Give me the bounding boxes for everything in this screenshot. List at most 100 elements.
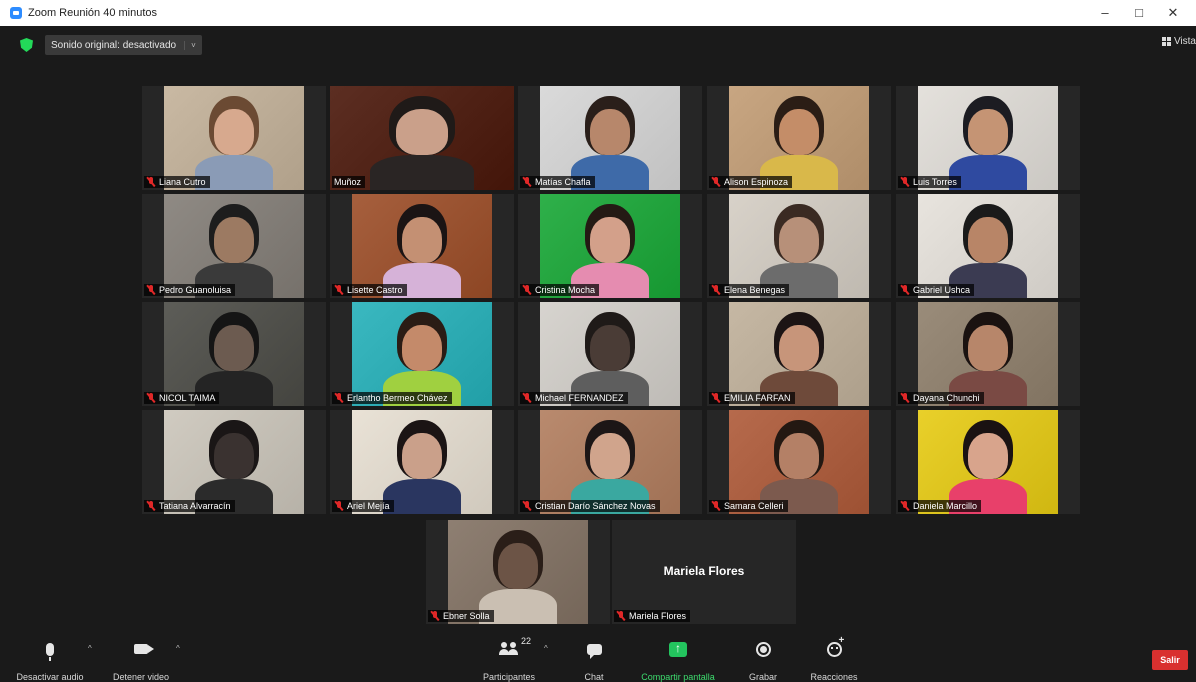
meeting-topbar: Sonido original: desactivado ˅ Vista: [0, 26, 1196, 64]
camera-icon: [134, 644, 154, 654]
mic-muted-icon: [616, 611, 626, 621]
participant-name: Matías Chafla: [535, 177, 591, 187]
participant-tile[interactable]: Ebner Solla: [426, 520, 610, 624]
mic-muted-icon: [146, 177, 156, 187]
participant-tile[interactable]: Matías Chafla: [518, 86, 702, 190]
participant-video: [352, 410, 492, 514]
participant-video: [729, 410, 869, 514]
participant-nameplate: Alison Espinoza: [709, 176, 793, 188]
participant-video: [540, 302, 680, 406]
reactions-button[interactable]: Reacciones: [804, 635, 864, 682]
participant-name: Michael FERNANDEZ: [535, 393, 624, 403]
stop-video-button[interactable]: Detener video: [110, 638, 172, 682]
view-button[interactable]: Vista: [1161, 36, 1196, 47]
participant-tile[interactable]: Samara Celleri: [707, 410, 891, 514]
participant-nameplate: Tatiana Alvarracín: [144, 500, 235, 512]
participants-icon: [499, 642, 519, 656]
participant-tile[interactable]: Lisette Castro: [330, 194, 514, 298]
video-gallery: Liana Cutro Muñoz Matías Chafla Alison Espi…: [0, 0, 1196, 678]
chat-button[interactable]: Chat: [574, 638, 614, 682]
participant-name: Ariel Mejía: [347, 501, 390, 511]
mute-label: Desactivar audio: [16, 672, 84, 682]
security-shield-icon[interactable]: [20, 38, 33, 52]
participant-tile[interactable]: Pedro Guanoluisa: [142, 194, 326, 298]
participant-tile[interactable]: Daniela Marcillo: [896, 410, 1080, 514]
share-screen-button[interactable]: Compartir pantalla: [632, 638, 724, 682]
mic-muted-icon: [900, 501, 910, 511]
mic-muted-icon: [334, 285, 344, 295]
participant-tile[interactable]: Erlantho Bermeo Chávez: [330, 302, 514, 406]
participant-tile[interactable]: Muñoz: [330, 86, 514, 190]
participant-tile[interactable]: Tatiana Alvarracín: [142, 410, 326, 514]
participant-nameplate: Samara Celleri: [709, 500, 788, 512]
record-button[interactable]: Grabar: [742, 638, 784, 682]
participant-tile[interactable]: Elena Benegas: [707, 194, 891, 298]
participant-nameplate: Cristina Mocha: [520, 284, 600, 296]
maximize-button[interactable]: □: [1122, 0, 1156, 26]
mic-muted-icon: [711, 177, 721, 187]
participant-tile[interactable]: NICOL TAIMA: [142, 302, 326, 406]
participant-tile[interactable]: Cristina Mocha: [518, 194, 702, 298]
mute-button[interactable]: Desactivar audio: [16, 638, 84, 682]
participant-video: [164, 410, 304, 514]
participant-name: Mariela Flores: [629, 611, 687, 621]
participant-nameplate: Dayana Chunchi: [898, 392, 984, 404]
mic-muted-icon: [522, 501, 532, 511]
participants-count: 22: [521, 636, 532, 646]
participant-video: [164, 194, 304, 298]
participant-tile[interactable]: Liana Cutro: [142, 86, 326, 190]
reactions-label: Reacciones: [810, 672, 858, 682]
participant-nameplate: Ebner Solla: [428, 610, 494, 622]
mic-muted-icon: [146, 501, 156, 511]
mic-muted-icon: [334, 393, 344, 403]
participant-nameplate: Lisette Castro: [332, 284, 407, 296]
participants-button[interactable]: 22 Participantes: [478, 636, 540, 682]
stop-video-label: Detener video: [112, 672, 170, 682]
participant-tile[interactable]: Mariela Flores Mariela Flores: [612, 520, 796, 624]
close-button[interactable]: ✕: [1156, 0, 1190, 26]
participant-name: Dayana Chunchi: [913, 393, 980, 403]
original-sound-toggle[interactable]: Sonido original: desactivado ˅: [45, 35, 202, 55]
participant-nameplate: Matías Chafla: [520, 176, 595, 188]
participant-video: [352, 194, 492, 298]
participant-tile[interactable]: Ariel Mejía: [330, 410, 514, 514]
leave-meeting-button[interactable]: Salir: [1152, 650, 1188, 670]
participant-name: Luis Torres: [913, 177, 957, 187]
participant-name: Elena Benegas: [724, 285, 786, 295]
participant-nameplate: Elena Benegas: [709, 284, 790, 296]
participant-name: Samara Celleri: [724, 501, 784, 511]
chat-icon: [586, 643, 602, 659]
participant-video: [540, 410, 680, 514]
participant-tile[interactable]: Luis Torres: [896, 86, 1080, 190]
participant-name: EMILIA FARFAN: [724, 393, 791, 403]
participant-tile[interactable]: Cristian Darío Sánchez Novas: [518, 410, 702, 514]
video-options-caret-icon[interactable]: ^: [176, 644, 180, 653]
participant-tile[interactable]: Gabriel Ushca: [896, 194, 1080, 298]
participant-nameplate: Luis Torres: [898, 176, 961, 188]
participant-nameplate: Muñoz: [332, 176, 366, 188]
participant-name: Cristina Mocha: [535, 285, 596, 295]
participant-tile[interactable]: Dayana Chunchi: [896, 302, 1080, 406]
chevron-down-icon[interactable]: ˅: [184, 40, 196, 50]
minimize-button[interactable]: –: [1088, 0, 1122, 26]
audio-options-caret-icon[interactable]: ^: [88, 644, 92, 653]
participant-nameplate: Cristian Darío Sánchez Novas: [520, 500, 660, 512]
participant-video: [448, 520, 588, 624]
participant-tile[interactable]: Alison Espinoza: [707, 86, 891, 190]
participant-name: Cristian Darío Sánchez Novas: [535, 501, 656, 511]
participant-video: [729, 302, 869, 406]
mic-muted-icon: [522, 177, 532, 187]
participant-tile[interactable]: Michael FERNANDEZ: [518, 302, 702, 406]
window-title: Zoom Reunión 40 minutos: [28, 7, 158, 19]
mic-muted-icon: [522, 285, 532, 295]
participant-video: [540, 86, 680, 190]
participant-name: Pedro Guanoluisa: [159, 285, 232, 295]
participant-video: [918, 302, 1058, 406]
participants-caret-icon[interactable]: ^: [544, 644, 548, 653]
participant-name: Gabriel Ushca: [913, 285, 971, 295]
participant-tile[interactable]: EMILIA FARFAN: [707, 302, 891, 406]
mic-muted-icon: [900, 285, 910, 295]
mic-muted-icon: [900, 393, 910, 403]
participant-nameplate: Michael FERNANDEZ: [520, 392, 628, 404]
record-icon: [755, 641, 771, 657]
